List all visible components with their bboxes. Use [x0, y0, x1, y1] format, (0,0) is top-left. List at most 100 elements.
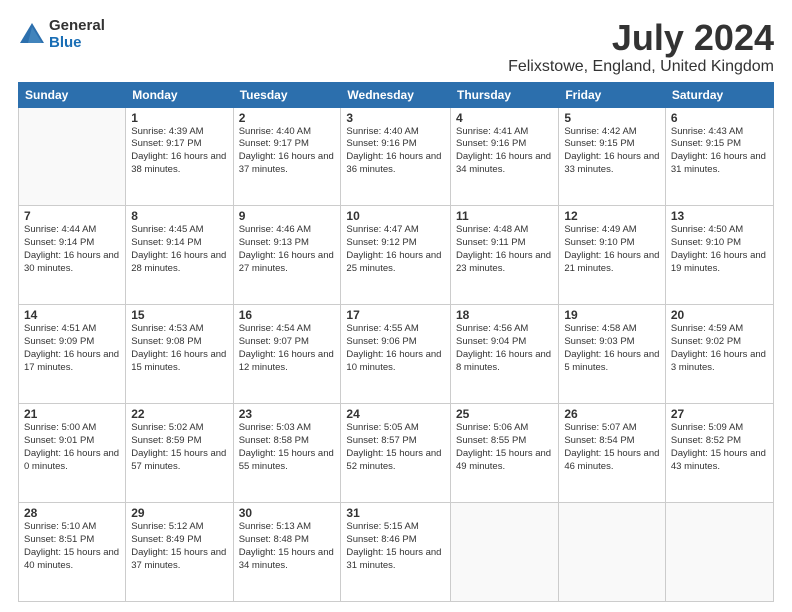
day-number: 22	[131, 407, 227, 421]
table-row: 19Sunrise: 4:58 AM Sunset: 9:03 PM Dayli…	[559, 305, 666, 404]
table-row: 30Sunrise: 5:13 AM Sunset: 8:48 PM Dayli…	[233, 503, 341, 602]
day-info: Sunrise: 5:00 AM Sunset: 9:01 PM Dayligh…	[24, 422, 120, 473]
day-number: 12	[564, 209, 660, 223]
day-number: 13	[671, 209, 768, 223]
day-number: 27	[671, 407, 768, 421]
day-info: Sunrise: 5:09 AM Sunset: 8:52 PM Dayligh…	[671, 422, 768, 473]
calendar-header-row: Sunday Monday Tuesday Wednesday Thursday…	[19, 82, 774, 107]
day-info: Sunrise: 4:40 AM Sunset: 9:17 PM Dayligh…	[239, 126, 336, 177]
day-info: Sunrise: 4:59 AM Sunset: 9:02 PM Dayligh…	[671, 323, 768, 374]
day-info: Sunrise: 4:41 AM Sunset: 9:16 PM Dayligh…	[456, 126, 553, 177]
logo-text: General Blue	[49, 18, 105, 51]
calendar-week-row: 7Sunrise: 4:44 AM Sunset: 9:14 PM Daylig…	[19, 206, 774, 305]
table-row: 20Sunrise: 4:59 AM Sunset: 9:02 PM Dayli…	[665, 305, 773, 404]
table-row: 11Sunrise: 4:48 AM Sunset: 9:11 PM Dayli…	[451, 206, 559, 305]
day-info: Sunrise: 5:06 AM Sunset: 8:55 PM Dayligh…	[456, 422, 553, 473]
day-info: Sunrise: 4:44 AM Sunset: 9:14 PM Dayligh…	[24, 224, 120, 275]
table-row: 18Sunrise: 4:56 AM Sunset: 9:04 PM Dayli…	[451, 305, 559, 404]
day-info: Sunrise: 4:54 AM Sunset: 9:07 PM Dayligh…	[239, 323, 336, 374]
day-number: 8	[131, 209, 227, 223]
day-info: Sunrise: 4:56 AM Sunset: 9:04 PM Dayligh…	[456, 323, 553, 374]
table-row	[19, 107, 126, 206]
table-row: 26Sunrise: 5:07 AM Sunset: 8:54 PM Dayli…	[559, 404, 666, 503]
header: General Blue July 2024 Felixstowe, Engla…	[18, 18, 774, 76]
header-tuesday: Tuesday	[233, 82, 341, 107]
header-thursday: Thursday	[451, 82, 559, 107]
day-number: 5	[564, 111, 660, 125]
table-row	[665, 503, 773, 602]
day-number: 24	[346, 407, 445, 421]
calendar-table: Sunday Monday Tuesday Wednesday Thursday…	[18, 82, 774, 602]
day-number: 25	[456, 407, 553, 421]
header-friday: Friday	[559, 82, 666, 107]
day-info: Sunrise: 5:02 AM Sunset: 8:59 PM Dayligh…	[131, 422, 227, 473]
day-number: 26	[564, 407, 660, 421]
table-row: 6Sunrise: 4:43 AM Sunset: 9:15 PM Daylig…	[665, 107, 773, 206]
day-info: Sunrise: 4:50 AM Sunset: 9:10 PM Dayligh…	[671, 224, 768, 275]
title-block: July 2024 Felixstowe, England, United Ki…	[508, 18, 774, 76]
table-row: 5Sunrise: 4:42 AM Sunset: 9:15 PM Daylig…	[559, 107, 666, 206]
table-row: 27Sunrise: 5:09 AM Sunset: 8:52 PM Dayli…	[665, 404, 773, 503]
day-info: Sunrise: 5:05 AM Sunset: 8:57 PM Dayligh…	[346, 422, 445, 473]
table-row: 28Sunrise: 5:10 AM Sunset: 8:51 PM Dayli…	[19, 503, 126, 602]
table-row: 17Sunrise: 4:55 AM Sunset: 9:06 PM Dayli…	[341, 305, 451, 404]
table-row: 14Sunrise: 4:51 AM Sunset: 9:09 PM Dayli…	[19, 305, 126, 404]
day-number: 29	[131, 506, 227, 520]
day-number: 10	[346, 209, 445, 223]
table-row	[451, 503, 559, 602]
day-info: Sunrise: 4:49 AM Sunset: 9:10 PM Dayligh…	[564, 224, 660, 275]
day-number: 14	[24, 308, 120, 322]
logo-icon	[18, 21, 46, 49]
day-info: Sunrise: 4:39 AM Sunset: 9:17 PM Dayligh…	[131, 126, 227, 177]
table-row: 1Sunrise: 4:39 AM Sunset: 9:17 PM Daylig…	[126, 107, 233, 206]
day-info: Sunrise: 4:43 AM Sunset: 9:15 PM Dayligh…	[671, 126, 768, 177]
table-row: 15Sunrise: 4:53 AM Sunset: 9:08 PM Dayli…	[126, 305, 233, 404]
day-number: 7	[24, 209, 120, 223]
table-row: 12Sunrise: 4:49 AM Sunset: 9:10 PM Dayli…	[559, 206, 666, 305]
logo: General Blue	[18, 18, 105, 51]
table-row: 29Sunrise: 5:12 AM Sunset: 8:49 PM Dayli…	[126, 503, 233, 602]
header-sunday: Sunday	[19, 82, 126, 107]
day-number: 3	[346, 111, 445, 125]
day-number: 23	[239, 407, 336, 421]
day-info: Sunrise: 5:15 AM Sunset: 8:46 PM Dayligh…	[346, 521, 445, 572]
day-number: 16	[239, 308, 336, 322]
day-number: 1	[131, 111, 227, 125]
day-number: 21	[24, 407, 120, 421]
day-info: Sunrise: 4:51 AM Sunset: 9:09 PM Dayligh…	[24, 323, 120, 374]
logo-general: General	[49, 18, 105, 35]
subtitle: Felixstowe, England, United Kingdom	[508, 58, 774, 76]
day-number: 6	[671, 111, 768, 125]
day-number: 28	[24, 506, 120, 520]
day-info: Sunrise: 4:55 AM Sunset: 9:06 PM Dayligh…	[346, 323, 445, 374]
day-info: Sunrise: 5:03 AM Sunset: 8:58 PM Dayligh…	[239, 422, 336, 473]
day-info: Sunrise: 4:40 AM Sunset: 9:16 PM Dayligh…	[346, 126, 445, 177]
day-info: Sunrise: 5:10 AM Sunset: 8:51 PM Dayligh…	[24, 521, 120, 572]
header-monday: Monday	[126, 82, 233, 107]
table-row: 16Sunrise: 4:54 AM Sunset: 9:07 PM Dayli…	[233, 305, 341, 404]
day-info: Sunrise: 5:07 AM Sunset: 8:54 PM Dayligh…	[564, 422, 660, 473]
table-row: 7Sunrise: 4:44 AM Sunset: 9:14 PM Daylig…	[19, 206, 126, 305]
day-info: Sunrise: 5:12 AM Sunset: 8:49 PM Dayligh…	[131, 521, 227, 572]
table-row: 10Sunrise: 4:47 AM Sunset: 9:12 PM Dayli…	[341, 206, 451, 305]
day-number: 15	[131, 308, 227, 322]
table-row: 23Sunrise: 5:03 AM Sunset: 8:58 PM Dayli…	[233, 404, 341, 503]
table-row: 9Sunrise: 4:46 AM Sunset: 9:13 PM Daylig…	[233, 206, 341, 305]
day-number: 19	[564, 308, 660, 322]
day-number: 17	[346, 308, 445, 322]
header-saturday: Saturday	[665, 82, 773, 107]
calendar-week-row: 21Sunrise: 5:00 AM Sunset: 9:01 PM Dayli…	[19, 404, 774, 503]
calendar-week-row: 1Sunrise: 4:39 AM Sunset: 9:17 PM Daylig…	[19, 107, 774, 206]
logo-blue: Blue	[49, 35, 105, 52]
table-row: 3Sunrise: 4:40 AM Sunset: 9:16 PM Daylig…	[341, 107, 451, 206]
day-info: Sunrise: 4:45 AM Sunset: 9:14 PM Dayligh…	[131, 224, 227, 275]
day-info: Sunrise: 4:58 AM Sunset: 9:03 PM Dayligh…	[564, 323, 660, 374]
day-number: 11	[456, 209, 553, 223]
day-number: 18	[456, 308, 553, 322]
day-info: Sunrise: 4:46 AM Sunset: 9:13 PM Dayligh…	[239, 224, 336, 275]
day-info: Sunrise: 4:53 AM Sunset: 9:08 PM Dayligh…	[131, 323, 227, 374]
day-number: 4	[456, 111, 553, 125]
table-row: 24Sunrise: 5:05 AM Sunset: 8:57 PM Dayli…	[341, 404, 451, 503]
table-row: 8Sunrise: 4:45 AM Sunset: 9:14 PM Daylig…	[126, 206, 233, 305]
day-info: Sunrise: 5:13 AM Sunset: 8:48 PM Dayligh…	[239, 521, 336, 572]
